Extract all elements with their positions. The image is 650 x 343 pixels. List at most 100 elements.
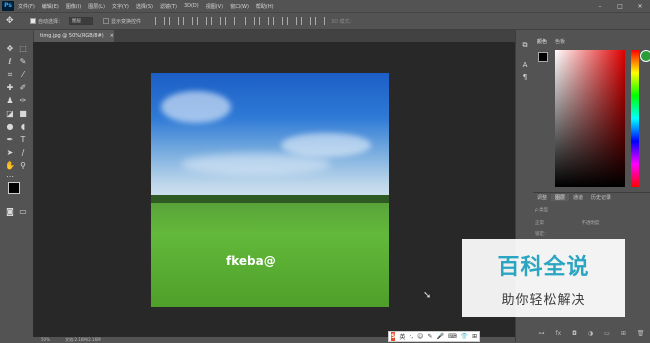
tab-swatches[interactable]: 色板 xyxy=(551,38,569,45)
menu-file[interactable]: 文件(F) xyxy=(18,3,35,10)
blur-tool-icon[interactable]: ● xyxy=(5,122,15,132)
screen-mode-icon[interactable]: ▭ xyxy=(18,207,28,217)
group-icon[interactable]: ▭ xyxy=(604,330,610,340)
character-panel-icon[interactable]: A xyxy=(520,60,530,70)
menu-select[interactable]: 选择(S) xyxy=(136,3,153,10)
dodge-tool-icon[interactable]: ◖ xyxy=(18,122,28,132)
brush-tool-icon[interactable]: ✐ xyxy=(18,83,28,93)
opacity-label: 不透明度 xyxy=(581,221,600,226)
type-tool-icon[interactable]: T xyxy=(18,135,28,145)
blend-mode-dropdown[interactable]: 正常 xyxy=(535,221,544,226)
stamp-tool-icon[interactable]: ♟ xyxy=(5,96,15,106)
paragraph-panel-icon[interactable]: ¶ xyxy=(520,72,530,82)
quick-select-icon[interactable]: ✎ xyxy=(18,57,28,67)
ime-language[interactable]: 英 xyxy=(399,332,405,341)
gradient-tool-icon[interactable]: ■ xyxy=(18,109,28,119)
menu-type[interactable]: 文字(Y) xyxy=(112,3,129,10)
image-overlay-text: fkeba@ xyxy=(226,254,276,268)
eyedropper-icon[interactable]: ⁄ xyxy=(18,70,28,80)
tab-adjustments[interactable]: 调整 xyxy=(533,194,551,201)
history-panel-icon[interactable]: ⧉ xyxy=(520,40,530,50)
document-tab-title: timg.jpg @ 50%(RGB/8#) xyxy=(40,33,104,39)
zoom-level[interactable]: 50% xyxy=(41,337,50,342)
new-layer-icon[interactable]: ⊞ xyxy=(621,330,626,340)
transform-controls-checkbox[interactable] xyxy=(103,18,110,24)
marquee-tool-icon[interactable]: ⬚ xyxy=(18,44,28,54)
layer-kind-label: ρ 类型 xyxy=(535,208,549,213)
auto-select-dropdown[interactable]: 图层 xyxy=(69,17,94,25)
history-brush-icon[interactable]: ✑ xyxy=(18,96,28,106)
menu-edit[interactable]: 编辑(E) xyxy=(42,3,59,10)
maximize-button[interactable]: □ xyxy=(610,3,630,10)
line-tool-icon[interactable]: ∕ xyxy=(18,148,28,158)
ime-handwrite-icon[interactable]: ✎ xyxy=(427,333,432,340)
menu-window[interactable]: 窗口(W) xyxy=(230,3,249,10)
tab-layers[interactable]: 图层 xyxy=(551,193,570,201)
ime-skin-icon[interactable]: 👕 xyxy=(461,333,468,340)
ime-toolbar: S 英 ·, ☺ ✎ 🎤 ⌨ 👕 ⊞ xyxy=(388,331,480,342)
align-right-icon[interactable] xyxy=(225,17,236,25)
trash-icon[interactable]: 🗑 xyxy=(637,330,645,340)
adjustment-layer-icon[interactable]: ◑ xyxy=(588,330,593,340)
align-top-icon[interactable] xyxy=(155,17,166,25)
layers-panel-footer: ⊶ fx ◘ ◑ ▭ ⊞ 🗑 xyxy=(533,330,650,340)
link-layers-icon[interactable]: ⊶ xyxy=(539,330,545,340)
ime-toolbox-icon[interactable]: ⊞ xyxy=(472,333,477,340)
hue-slider[interactable] xyxy=(631,50,639,187)
align-middle-icon[interactable] xyxy=(169,17,180,25)
menu-3d[interactable]: 3D(D) xyxy=(184,3,199,9)
hand-tool-icon[interactable]: ✋ xyxy=(5,161,15,171)
lasso-tool-icon[interactable]: ℓ xyxy=(5,57,15,67)
move-tool-icon[interactable]: ✥ xyxy=(5,44,15,54)
menu-layer[interactable]: 图层(L) xyxy=(88,3,105,10)
distribute-right-icon[interactable] xyxy=(315,17,326,25)
mouse-cursor-icon: ➘ xyxy=(423,290,432,301)
close-button[interactable]: ✕ xyxy=(630,3,650,10)
sogou-logo[interactable]: S xyxy=(391,332,396,341)
quick-mask-icon[interactable]: ◙ xyxy=(5,207,15,217)
distribute-bottom-icon[interactable] xyxy=(273,17,284,25)
menu-view[interactable]: 视图(V) xyxy=(206,3,223,10)
align-left-icon[interactable] xyxy=(197,17,208,25)
menu-help[interactable]: 帮助(H) xyxy=(256,3,274,10)
menu-image[interactable]: 图像(I) xyxy=(66,3,81,10)
layer-style-icon[interactable]: fx xyxy=(556,330,562,340)
plus-overlay-icon[interactable] xyxy=(640,50,650,62)
crop-tool-icon[interactable]: ⌗ xyxy=(5,70,15,80)
auto-select-checkbox[interactable] xyxy=(30,18,36,24)
path-select-icon[interactable]: ➤ xyxy=(5,148,15,158)
cloud xyxy=(161,91,231,123)
distribute-center-icon[interactable] xyxy=(301,17,312,25)
layer-kind-filter[interactable]: ρ 类型 xyxy=(535,206,648,215)
ime-keyboard-icon[interactable]: ⌨ xyxy=(448,333,457,340)
ime-punctuation-icon[interactable]: ·, xyxy=(409,333,413,340)
ime-voice-icon[interactable]: 🎤 xyxy=(436,333,443,340)
tab-history[interactable]: 历史记录 xyxy=(587,194,615,201)
add-mask-icon[interactable]: ◘ xyxy=(572,330,577,340)
move-icon[interactable]: ✥ xyxy=(6,16,20,26)
align-center-icon[interactable] xyxy=(211,17,222,25)
align-bottom-icon[interactable] xyxy=(183,17,194,25)
ime-emoji-icon[interactable]: ☺ xyxy=(417,333,423,340)
document-tab[interactable]: timg.jpg @ 50%(RGB/8#) × xyxy=(34,30,114,42)
tab-color[interactable]: 颜色 xyxy=(533,38,551,45)
zoom-tool-icon[interactable]: ⚲ xyxy=(18,161,28,171)
close-tab-icon[interactable]: × xyxy=(110,33,114,39)
healing-brush-icon[interactable]: ✚ xyxy=(5,83,15,93)
watermark-subtitle: 助你轻松解决 xyxy=(501,293,586,308)
color-picker-field[interactable] xyxy=(555,50,625,187)
document-image[interactable] xyxy=(151,73,389,307)
pen-tool-icon[interactable]: ✒ xyxy=(5,135,15,145)
distribute-middle-icon[interactable] xyxy=(259,17,270,25)
minimize-button[interactable]: – xyxy=(590,3,610,10)
foreground-color-swatch[interactable] xyxy=(8,182,20,194)
more-tools-icon[interactable]: ⋯ xyxy=(5,172,15,182)
tab-channels[interactable]: 通道 xyxy=(569,194,587,201)
cloud xyxy=(281,133,371,157)
distribute-top-icon[interactable] xyxy=(245,17,256,25)
color-panel-foreground-swatch[interactable] xyxy=(538,52,548,62)
eraser-tool-icon[interactable]: ◪ xyxy=(5,109,15,119)
distribute-left-icon[interactable] xyxy=(287,17,298,25)
menu-filter[interactable]: 滤镜(T) xyxy=(160,3,177,10)
3d-mode-label: 3D 模式： xyxy=(331,18,355,25)
